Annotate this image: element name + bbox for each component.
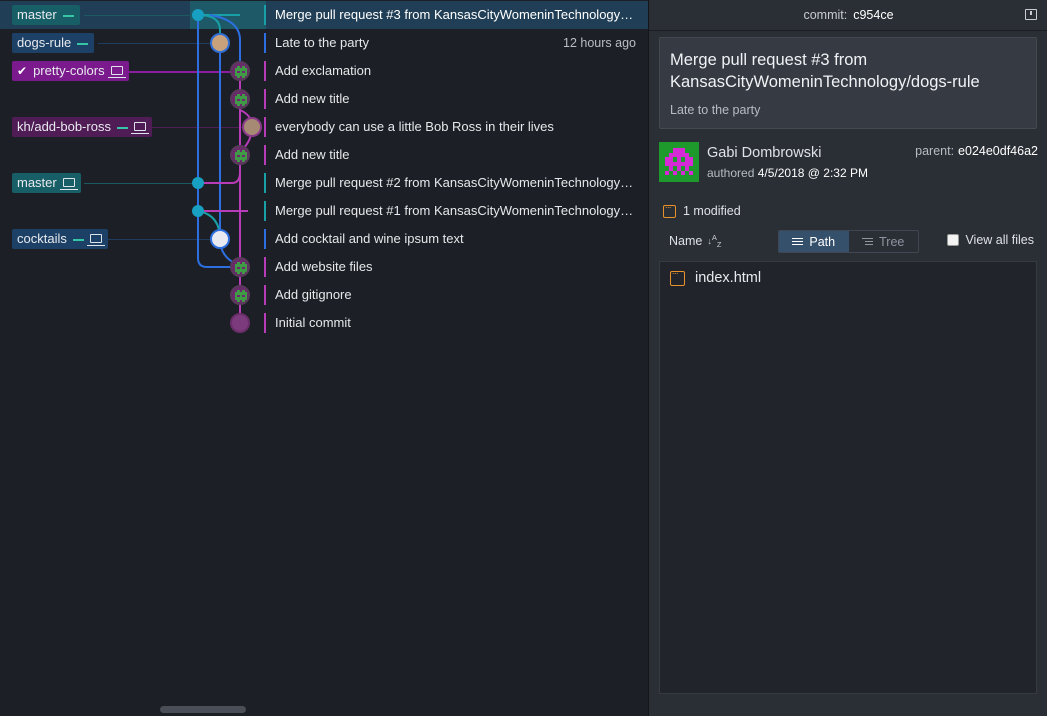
view-toggle: Path Tree [778,230,919,253]
author-avatar-invader[interactable] [230,285,250,305]
author-avatar-default[interactable] [230,313,250,333]
merge-node[interactable] [192,177,204,189]
view-all-files-toggle[interactable]: View all files [947,233,1034,247]
horizontal-scrollbar[interactable] [160,706,246,713]
commit-message: Add cocktail and wine ipsum text [275,231,464,246]
commit-message: Initial commit [275,315,351,330]
checkmark-icon: ✔ [17,64,28,78]
author-avatar-invader[interactable] [230,257,250,277]
commit-description: Late to the party [670,103,761,117]
laptop-icon [130,122,149,134]
view-all-checkbox[interactable] [947,234,960,246]
commit-label: commit: [803,8,848,22]
author-avatar [659,142,699,182]
commit-summary: Merge pull request #3 from KansasCityWom… [670,51,980,91]
commit-message-box: Merge pull request #3 from KansasCityWom… [659,37,1037,129]
branch-name: master [17,175,57,190]
author-avatar-invader[interactable] [230,89,250,109]
branch-ref-cocktails[interactable]: cocktails [12,229,108,249]
commit-details-panel: commit: c954ce Merge pull request #3 fro… [648,0,1047,716]
sort-by-name[interactable]: Name ↓AZ [669,234,721,249]
file-modified-icon [670,266,685,286]
tree-icon [862,237,874,246]
view-all-label: View all files [965,233,1034,247]
remote-icon [116,127,128,129]
modified-label: 1 modified [683,204,741,218]
path-view-button[interactable]: Path [779,231,849,252]
download-icon[interactable] [1025,9,1037,20]
tree-label: Tree [879,234,905,249]
merge-node[interactable] [192,9,204,21]
branch-ref-kh-add-bob-ross[interactable]: kh/add-bob-ross [12,117,152,137]
commit-message: everybody can use a little Bob Ross in t… [275,119,554,134]
author-avatar-robot[interactable] [210,229,230,249]
commit-graph-panel: Merge pull request #3 from KansasCityWom… [0,0,648,716]
authored-info: authored 4/5/2018 @ 2:32 PM [707,166,868,180]
commit-message: Merge pull request #1 from KansasCityWom… [275,203,635,218]
author-name: Gabi Dombrowski [707,145,822,161]
remote-icon [62,15,74,17]
laptop-icon [86,234,105,246]
remote-icon [72,239,84,241]
branch-name: dogs-rule [17,35,72,50]
laptop-icon [59,178,78,190]
file-modified-icon [663,200,676,218]
tree-view-button[interactable]: Tree [849,231,919,252]
file-name: index.html [695,270,762,286]
author-avatar-bob-ross[interactable] [242,117,262,137]
commit-message: Add website files [275,259,373,274]
commit-message: Add new title [275,91,350,106]
parent-info: parent: e024e0df46a2 [915,144,1038,158]
list-icon [792,237,804,246]
branch-ref-pretty-colors[interactable]: ✔ pretty-colors [12,61,129,81]
sort-az-icon: ↓AZ [707,233,722,249]
modified-count: 1 modified [663,200,741,218]
commit-header: commit: c954ce [649,0,1047,31]
laptop-icon [107,66,126,78]
authored-label: authored [707,166,755,180]
commit-time: 12 hours ago [563,36,636,50]
branch-ref-dogs-rule[interactable]: dogs-rule [12,33,95,53]
file-row[interactable]: index.html [670,266,762,286]
author-avatar-invader[interactable] [230,145,250,165]
author-avatar-face[interactable] [210,33,230,53]
branch-ref-master-local[interactable]: master [12,173,81,193]
authored-date: 4/5/2018 @ 2:32 PM [757,166,868,180]
commit-message: Add gitignore [275,287,352,302]
sort-label: Name [669,234,703,249]
commit-sha[interactable]: c954ce [853,8,893,22]
branch-ref-master-remote[interactable]: master [12,5,80,25]
branch-name: pretty-colors [33,63,105,78]
commit-message: Merge pull request #3 from KansasCityWom… [275,7,635,22]
merge-node[interactable] [192,205,204,217]
commit-message: Add exclamation [275,63,372,78]
author-avatar-invader[interactable] [230,61,250,81]
branch-name: kh/add-bob-ross [17,119,111,134]
branch-name: cocktails [17,231,67,246]
branch-name: master [17,7,57,22]
path-label: Path [809,234,836,249]
gitkraken-window: Merge pull request #3 from KansasCityWom… [0,0,1047,716]
commit-message: Late to the party [275,35,369,50]
parent-label: parent: [915,144,955,158]
commit-message: Add new title [275,147,350,162]
parent-sha[interactable]: e024e0df46a2 [958,144,1038,158]
commit-message: Merge pull request #2 from KansasCityWom… [275,175,635,190]
changed-files-list: index.html [659,261,1037,694]
remote-icon [77,43,89,45]
